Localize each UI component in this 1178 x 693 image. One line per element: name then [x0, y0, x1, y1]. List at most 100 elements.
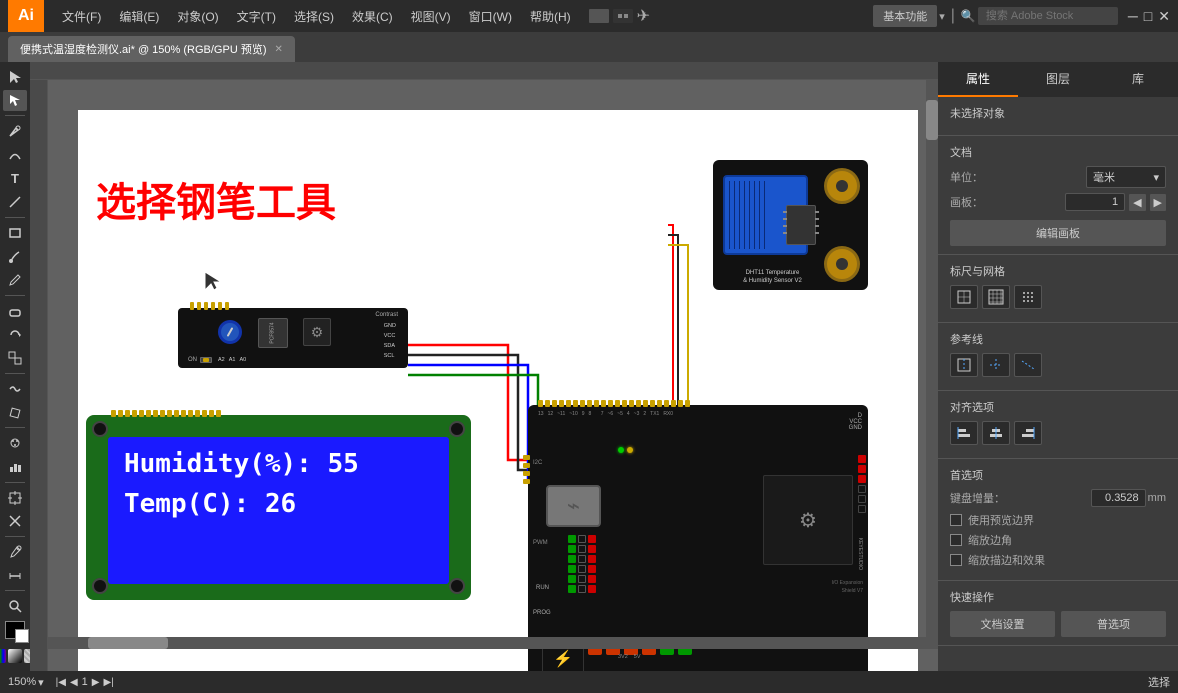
scale-effects-checkbox[interactable] [950, 554, 962, 566]
vertical-scrollbar[interactable] [926, 80, 938, 649]
unselected-label: 未选择对象 [950, 105, 1166, 121]
line-tool-btn[interactable] [3, 191, 27, 213]
free-transform-btn[interactable] [3, 402, 27, 424]
menu-help[interactable]: 帮助(H) [522, 4, 579, 29]
pen-tool-btn[interactable] [3, 120, 27, 142]
first-page-btn[interactable]: |◀ [56, 677, 66, 688]
guides-label: 参考线 [950, 331, 1166, 347]
prefs-btn[interactable]: 普选项 [1061, 611, 1166, 637]
tab-bar: 便携式温湿度检测仪.ai* @ 150% (RGB/GPU 预览) ✕ [0, 32, 1178, 62]
menu-edit[interactable]: 编辑(E) [111, 4, 167, 29]
align-icons [950, 421, 1166, 445]
i2c-backpack: Contrast GNDVCCSDASCL PCF8574 ⚙ [178, 308, 408, 368]
canvas-area[interactable]: 选择钢笔工具 [30, 62, 938, 671]
libraries-tab[interactable]: 库 [1098, 62, 1178, 97]
unit-value: 毫米 [1093, 169, 1115, 185]
eyedropper-btn[interactable] [3, 541, 27, 563]
eraser-tool-btn[interactable] [3, 300, 27, 322]
lcd-module: Humidity(%): 55 Temp(C): 26 [86, 415, 471, 600]
arduino-board: 1312~11~1098 7~6~54~32TX1RX0 DVCCGND [528, 405, 868, 671]
tool-separator-8 [5, 590, 25, 591]
doc-settings-btn[interactable]: 文档设置 [950, 611, 1055, 637]
document-section: 文档 单位： 毫米 ▾ 画板： 1 ◀ ▶ 编辑画板 [938, 136, 1178, 255]
canvas-value-box: 1 [1065, 193, 1125, 211]
zoom-level[interactable]: 150% ▾ [8, 676, 44, 689]
rect-tool-btn[interactable] [3, 222, 27, 244]
main-area: T [0, 62, 1178, 671]
guide-icon-3[interactable] [1014, 353, 1042, 377]
grid-icon[interactable] [982, 285, 1010, 309]
tab-close-btn[interactable]: ✕ [274, 44, 282, 55]
cursor-arrow [203, 270, 221, 297]
vertical-ruler [30, 80, 48, 671]
next-page-btn[interactable]: ▶ [92, 677, 100, 688]
menu-bar: Ai 文件(F) 编辑(E) 对象(O) 文字(T) 选择(S) 效果(C) 视… [0, 0, 1178, 32]
properties-tab[interactable]: 属性 [938, 62, 1018, 97]
right-panel: 属性 图层 库 未选择对象 文档 单位： 毫米 ▾ 画板： 1 ◀ [938, 62, 1178, 671]
paintbrush-tool-btn[interactable] [3, 246, 27, 268]
canvas-prev-btn[interactable]: ◀ [1129, 194, 1145, 211]
gradient-btn[interactable] [8, 649, 22, 663]
status-bar: 150% ▾ |◀ ◀ 1 ▶ ▶| 选择 [0, 671, 1178, 693]
lcd-temp-text: Temp(C): 26 [124, 489, 433, 519]
warp-tool-btn[interactable] [3, 378, 27, 400]
unit-row: 单位： 毫米 ▾ [950, 166, 1166, 188]
use-preview-checkbox[interactable] [950, 514, 962, 526]
menu-select[interactable]: 选择(S) [286, 4, 342, 29]
horizontal-scrollbar[interactable] [48, 637, 926, 649]
guide-icon-2[interactable] [982, 353, 1010, 377]
stock-search-input[interactable] [978, 7, 1118, 25]
keyboard-increment-input[interactable] [1091, 489, 1146, 507]
rotate-tool-btn[interactable] [3, 324, 27, 346]
type-tool-btn[interactable]: T [3, 168, 27, 190]
menu-object[interactable]: 对象(O) [169, 4, 226, 29]
ruler-icon-1[interactable] [950, 285, 978, 309]
fill-color-box[interactable] [5, 621, 25, 639]
menu-window[interactable]: 窗口(W) [461, 4, 520, 29]
selection-tool-btn[interactable] [3, 66, 27, 88]
unit-dropdown[interactable]: 毫米 ▾ [1086, 166, 1166, 188]
slice-tool-btn[interactable] [3, 510, 27, 532]
menu-file[interactable]: 文件(F) [54, 4, 109, 29]
scale-tool-btn[interactable] [3, 347, 27, 369]
document-tab[interactable]: 便携式温湿度检测仪.ai* @ 150% (RGB/GPU 预览) ✕ [8, 36, 295, 62]
menu-effect[interactable]: 效果(C) [344, 4, 401, 29]
guide-icon-1[interactable] [950, 353, 978, 377]
artboard-tool-btn[interactable] [3, 487, 27, 509]
edit-artboard-btn[interactable]: 编辑画板 [950, 220, 1166, 246]
align-right-icon[interactable] [1014, 421, 1042, 445]
panel-tabs: 属性 图层 库 [938, 62, 1178, 97]
dot-grid-icon[interactable] [1014, 285, 1042, 309]
canvas-row: 画板： 1 ◀ ▶ [950, 193, 1166, 211]
align-left-icon[interactable] [950, 421, 978, 445]
use-preview-label: 使用预览边界 [968, 512, 1034, 528]
color-mode-btn[interactable] [0, 649, 6, 663]
menu-view[interactable]: 视图(V) [403, 4, 459, 29]
scale-effects-row: 缩放描边和效果 [950, 552, 1166, 568]
direct-selection-tool-btn[interactable] [3, 90, 27, 112]
scale-corners-checkbox[interactable] [950, 534, 962, 546]
usb-port: ⌁ [546, 485, 601, 527]
prev-page-btn[interactable]: ◀ [70, 677, 78, 688]
artboard: 选择钢笔工具 [78, 110, 918, 671]
column-graph-btn[interactable] [3, 456, 27, 478]
dht11-sensor: DHT11 Temperature& Humidity Sensor V2 [713, 160, 868, 290]
pen-tool-label: 选择钢笔工具 [96, 170, 336, 228]
layers-tab[interactable]: 图层 [1018, 62, 1098, 97]
guides-section: 参考线 [938, 323, 1178, 391]
zoom-tool-btn[interactable] [3, 595, 27, 617]
menu-text[interactable]: 文字(T) [229, 4, 284, 29]
measure-tool-btn[interactable] [3, 565, 27, 587]
canvas-next-btn[interactable]: ▶ [1150, 194, 1166, 211]
symbol-sprayer-btn[interactable] [3, 432, 27, 454]
quick-actions-label: 快速操作 [950, 589, 1166, 605]
tool-separator-4 [5, 373, 25, 374]
last-page-btn[interactable]: ▶| [104, 677, 114, 688]
prefs-label: 首选项 [950, 467, 1166, 483]
workspace-btn[interactable]: 基本功能 [873, 5, 937, 27]
tool-separator-3 [5, 295, 25, 296]
stroke-color-box[interactable] [15, 629, 29, 643]
curvature-tool-btn[interactable] [3, 144, 27, 166]
pencil-tool-btn[interactable] [3, 269, 27, 291]
align-center-icon[interactable] [982, 421, 1010, 445]
